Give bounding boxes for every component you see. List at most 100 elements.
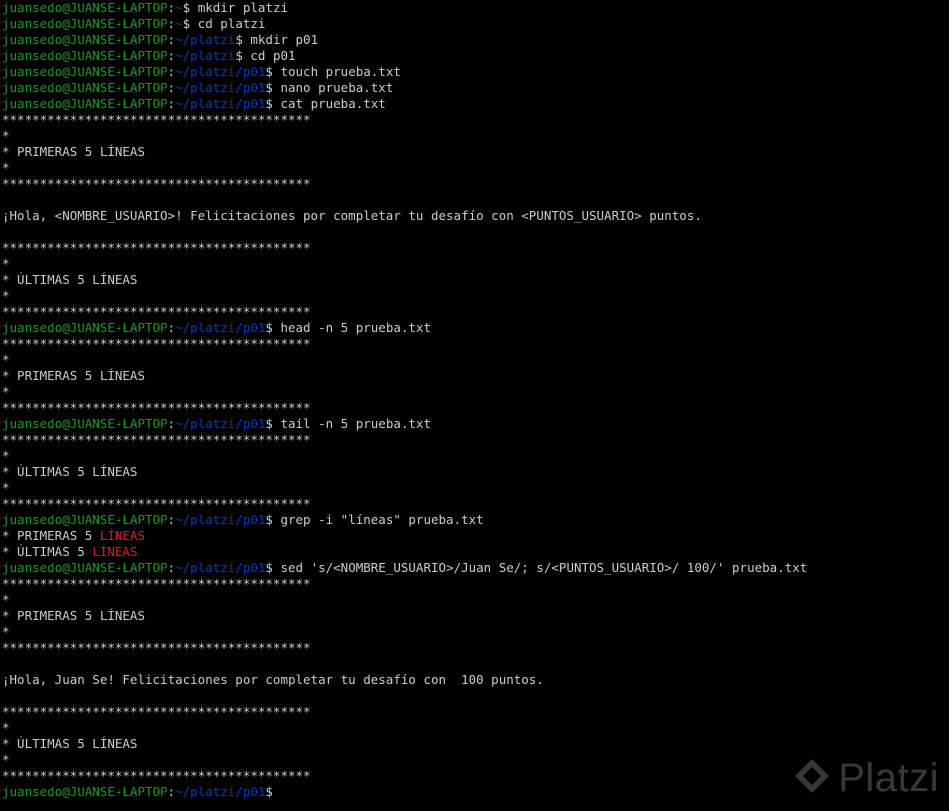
terminal-line: juansedo@JUANSE-LAPTOP:~/platzi/p01$ nan… [2, 80, 949, 96]
terminal-text: ¡Hola, <NOMBRE_USUARIO>! Felicitaciones … [2, 208, 702, 223]
terminal-line: ****************************************… [2, 112, 949, 128]
terminal-text: ****************************************… [2, 304, 311, 319]
terminal-line: * PRIMERAS 5 LÍNEAS [2, 144, 949, 160]
prompt-user: juansedo@JUANSE-LAPTOP [2, 96, 168, 111]
terminal-text: ****************************************… [2, 496, 311, 511]
prompt-path: ~/platzi/p01 [175, 416, 266, 431]
prompt-user: juansedo@JUANSE-LAPTOP [2, 64, 168, 79]
terminal-line: * [2, 624, 949, 640]
grep-match: LÍNEAS [99, 528, 145, 543]
terminal-text: * [2, 288, 10, 303]
terminal-text: * PRIMERAS 5 LÍNEAS [2, 368, 145, 383]
terminal-text: $ mkdir platzi [182, 0, 288, 15]
terminal-text: $ cd p01 [235, 48, 296, 63]
terminal-line: juansedo@JUANSE-LAPTOP:~$ cd platzi [2, 16, 949, 32]
terminal-line: juansedo@JUANSE-LAPTOP:~/platzi/p01$ tai… [2, 416, 949, 432]
terminal-text: : [167, 48, 176, 63]
terminal-text: $ cd platzi [182, 16, 266, 31]
platzi-watermark: Platzi [792, 756, 939, 801]
prompt-path: ~ [175, 0, 183, 15]
terminal-line: * [2, 720, 949, 736]
terminal-text: : [167, 96, 176, 111]
terminal-text: ¡Hola, Juan Se! Felicitaciones por compl… [2, 672, 544, 687]
terminal-text: * ÚLTIMAS 5 LÍNEAS [2, 464, 138, 479]
terminal-text: * [2, 448, 10, 463]
terminal-text: $ head -n 5 prueba.txt [265, 320, 431, 335]
terminal-line: juansedo@JUANSE-LAPTOP:~/platzi/p01$ gre… [2, 512, 949, 528]
terminal-line: ****************************************… [2, 496, 949, 512]
terminal-text: ****************************************… [2, 640, 311, 655]
prompt-user: juansedo@JUANSE-LAPTOP [2, 80, 168, 95]
prompt-path: ~/platzi/p01 [175, 80, 266, 95]
terminal-line: ****************************************… [2, 704, 949, 720]
terminal-line: juansedo@JUANSE-LAPTOP:~/platzi$ mkdir p… [2, 32, 949, 48]
terminal-text: : [167, 512, 176, 527]
terminal-text: * [2, 160, 10, 175]
terminal-line: * [2, 384, 949, 400]
terminal-line: ****************************************… [2, 576, 949, 592]
terminal-output[interactable]: juansedo@JUANSE-LAPTOP:~$ mkdir platzi ju… [0, 0, 949, 811]
terminal-text: : [167, 64, 176, 79]
terminal-text: ****************************************… [2, 576, 311, 591]
prompt-path: ~ [175, 16, 183, 31]
terminal-line: * ÚLTIMAS 5 LÍNEAS [2, 736, 949, 752]
terminal-text: $ cat prueba.txt [265, 96, 386, 111]
terminal-text: : [167, 320, 176, 335]
prompt-user: juansedo@JUANSE-LAPTOP [2, 512, 168, 527]
platzi-logo-text: Platzi [838, 756, 939, 800]
terminal-text: $ touch prueba.txt [265, 64, 401, 79]
terminal-line: juansedo@JUANSE-LAPTOP:~/platzi$ cd p01 [2, 48, 949, 64]
terminal-text: $ nano prueba.txt [265, 80, 394, 95]
terminal-line: * PRIMERAS 5 LÍNEAS [2, 368, 949, 384]
terminal-line: juansedo@JUANSE-LAPTOP:~$ mkdir platzi [2, 0, 949, 16]
terminal-text: * [2, 128, 10, 143]
terminal-line: juansedo@JUANSE-LAPTOP:~/platzi/p01$ sed… [2, 560, 949, 576]
terminal-line: ****************************************… [2, 304, 949, 320]
terminal-text: : [167, 560, 176, 575]
prompt-user: juansedo@JUANSE-LAPTOP [2, 48, 168, 63]
terminal-text: ****************************************… [2, 432, 311, 447]
terminal-text: ****************************************… [2, 112, 311, 127]
terminal-text: $ tail -n 5 prueba.txt [265, 416, 431, 431]
terminal-text: * [2, 592, 10, 607]
terminal-text: * PRIMERAS 5 [2, 528, 100, 543]
terminal-line: * PRIMERAS 5 LÍNEAS [2, 528, 949, 544]
terminal-line: * [2, 448, 949, 464]
terminal-line: * [2, 592, 949, 608]
prompt-user: juansedo@JUANSE-LAPTOP [2, 560, 168, 575]
terminal-text: * [2, 352, 10, 367]
terminal-line: juansedo@JUANSE-LAPTOP:~/platzi/p01$ hea… [2, 320, 949, 336]
terminal-text: * [2, 480, 10, 495]
platzi-logo-icon [792, 756, 832, 801]
prompt-user: juansedo@JUANSE-LAPTOP [2, 16, 168, 31]
prompt-path: ~/platzi [175, 32, 236, 47]
grep-match: LÍNEAS [92, 544, 138, 559]
terminal-text: * ÚLTIMAS 5 LÍNEAS [2, 736, 138, 751]
terminal-line: ****************************************… [2, 176, 949, 192]
terminal-line: juansedo@JUANSE-LAPTOP:~/platzi/p01$ tou… [2, 64, 949, 80]
terminal-text: ****************************************… [2, 400, 311, 415]
terminal-text: $ grep -i "líneas" prueba.txt [265, 512, 484, 527]
terminal-line: * ÚLTIMAS 5 LÍNEAS [2, 544, 949, 560]
terminal-text: : [167, 32, 176, 47]
prompt-path: ~/platzi/p01 [175, 320, 266, 335]
terminal-text: ****************************************… [2, 176, 311, 191]
terminal-line: * [2, 256, 949, 272]
terminal-line: * ÚLTIMAS 5 LÍNEAS [2, 464, 949, 480]
terminal-line: ¡Hola, Juan Se! Felicitaciones por compl… [2, 672, 949, 688]
terminal-text: : [167, 416, 176, 431]
terminal-text: * ÚLTIMAS 5 [2, 544, 93, 559]
terminal-text: ****************************************… [2, 240, 311, 255]
terminal-text: * ÚLTIMAS 5 LÍNEAS [2, 272, 138, 287]
terminal-line: * [2, 352, 949, 368]
terminal-line: * [2, 480, 949, 496]
prompt-user: juansedo@JUANSE-LAPTOP [2, 0, 168, 15]
terminal-text: * [2, 720, 10, 735]
terminal-line: juansedo@JUANSE-LAPTOP:~/platzi/p01$ cat… [2, 96, 949, 112]
prompt-user: juansedo@JUANSE-LAPTOP [2, 784, 168, 799]
prompt-path: ~/platzi/p01 [175, 96, 266, 111]
terminal-text: * [2, 624, 10, 639]
